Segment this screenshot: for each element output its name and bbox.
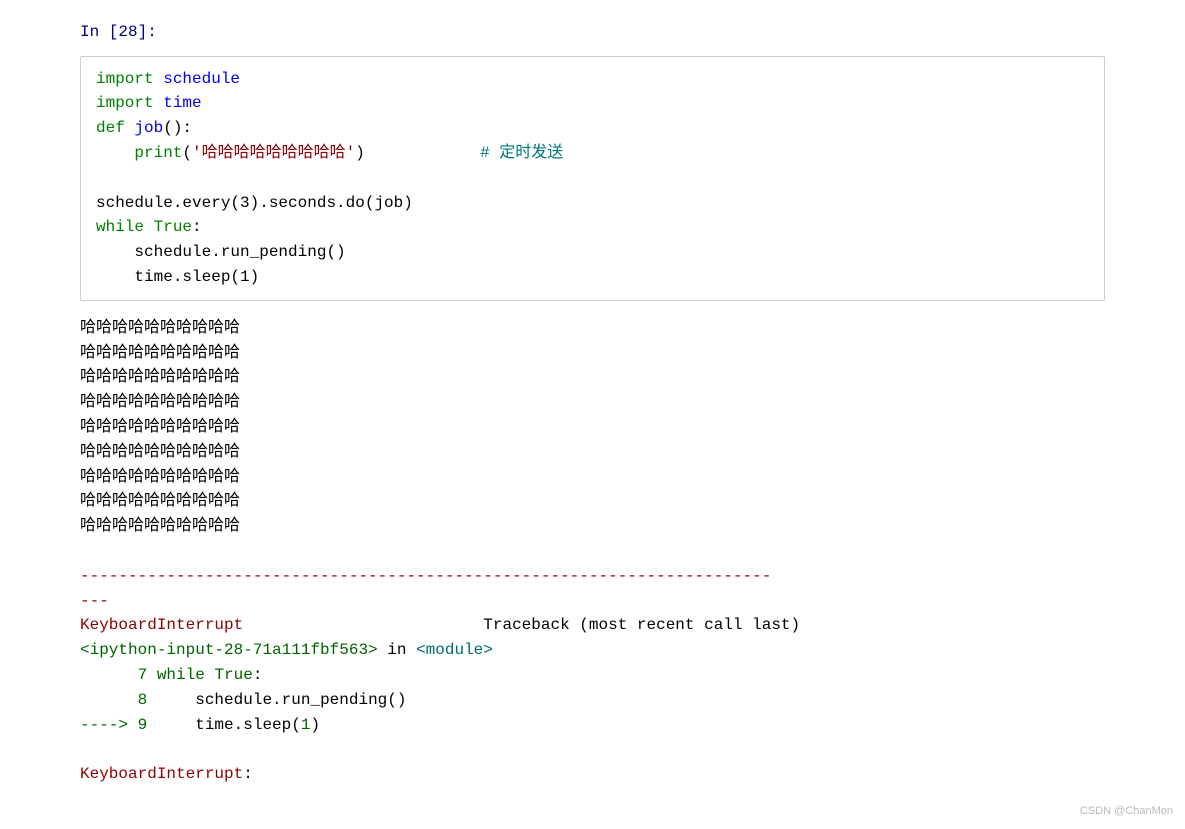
tb-arrow: ----> (80, 716, 138, 734)
traceback-in: in (378, 641, 416, 659)
tb-linenum: 9 (138, 716, 148, 734)
output-line: 哈哈哈哈哈哈哈哈哈哈 (80, 443, 240, 461)
builtin-print: print (134, 144, 182, 162)
output-line: 哈哈哈哈哈哈哈哈哈哈 (80, 517, 240, 535)
output-line: 哈哈哈哈哈哈哈哈哈哈 (80, 368, 240, 386)
function-name: job (125, 119, 163, 137)
tb-indent (80, 666, 138, 684)
code-line: time.sleep(1) (96, 268, 259, 286)
output-line: 哈哈哈哈哈哈哈哈哈哈 (80, 418, 240, 436)
keyword-while: while (96, 218, 144, 236)
error-final: KeyboardInterrupt (80, 765, 243, 783)
code-colon: : (192, 218, 202, 236)
tb-paren: ( (291, 716, 301, 734)
traceback-separator: ----------------------------------------… (80, 567, 771, 610)
watermark: CSDN @ChanMon (1080, 803, 1173, 821)
code-cell: import schedule import time def job(): p… (80, 56, 1105, 301)
keyword-import: import (96, 94, 154, 112)
tb-keyword: while (157, 666, 205, 684)
tb-linenum: 8 (138, 691, 148, 709)
tb-fn: sleep (243, 716, 291, 734)
tb-linenum: 7 (138, 666, 148, 684)
traceback-location: <ipython-input-28-71a111fbf563> (80, 641, 378, 659)
tb-paren: () (387, 691, 406, 709)
input-prompt: In [28]: (80, 20, 1105, 46)
output-line: 哈哈哈哈哈哈哈哈哈哈 (80, 319, 240, 337)
module-name: time (154, 94, 202, 112)
output-line: 哈哈哈哈哈哈哈哈哈哈 (80, 468, 240, 486)
code-line: schedule.run_pending() (96, 243, 346, 261)
output-line: 哈哈哈哈哈哈哈哈哈哈 (80, 344, 240, 362)
keyword-def: def (96, 119, 125, 137)
tb-code: schedule (147, 691, 272, 709)
tb-sp (147, 666, 157, 684)
code-line: schedule.every(3).seconds.do(job) (96, 194, 413, 212)
error-colon: : (243, 765, 262, 783)
output-line: 哈哈哈哈哈哈哈哈哈哈 (80, 393, 240, 411)
code-paren: ( (182, 144, 192, 162)
code-text: (): (163, 119, 192, 137)
module-name: schedule (154, 70, 240, 88)
tb-paren: ) (310, 716, 320, 734)
tb-fn: run_pending (282, 691, 388, 709)
string-literal: '哈哈哈哈哈哈哈哈哈' (192, 144, 355, 162)
traceback-module: <module> (416, 641, 493, 659)
tb-colon: : (253, 666, 263, 684)
tb-code: time (147, 716, 233, 734)
tb-cond: True (214, 666, 252, 684)
comment: # 定时发送 (480, 144, 563, 162)
tb-dot: . (234, 716, 244, 734)
code-indent (96, 144, 134, 162)
keyword-true: True (144, 218, 192, 236)
tb-dot: . (272, 691, 282, 709)
tb-sp (205, 666, 215, 684)
output-line: 哈哈哈哈哈哈哈哈哈哈 (80, 492, 240, 510)
tb-indent (80, 691, 138, 709)
keyword-import: import (96, 70, 154, 88)
stdout-output: 哈哈哈哈哈哈哈哈哈哈 哈哈哈哈哈哈哈哈哈哈 哈哈哈哈哈哈哈哈哈哈 哈哈哈哈哈哈哈… (80, 316, 1105, 787)
code-pad (365, 144, 480, 162)
error-name: KeyboardInterrupt (80, 616, 243, 634)
traceback-label: Traceback (most recent call last) (243, 616, 800, 634)
code-paren: ) (355, 144, 365, 162)
